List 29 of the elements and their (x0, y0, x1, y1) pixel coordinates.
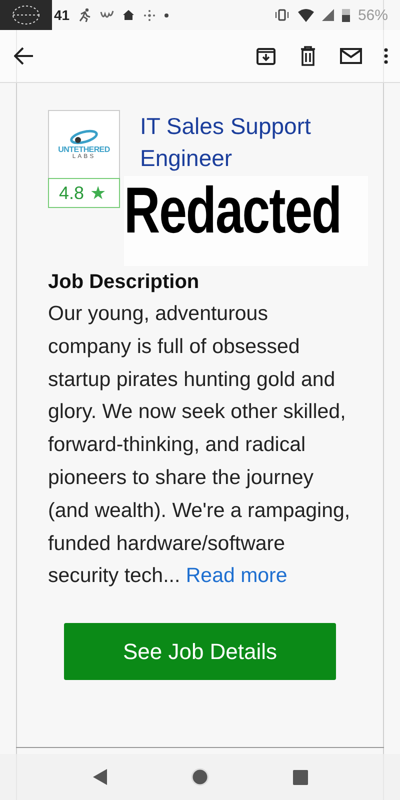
recents-square-icon[interactable] (293, 770, 308, 784)
battery-icon (342, 8, 350, 22)
see-job-details-button[interactable]: See Job Details (64, 623, 336, 680)
battery-percent: 56% (358, 6, 388, 24)
envelope-icon[interactable] (340, 48, 362, 64)
home-icon (122, 9, 135, 21)
star-icon: ★ (90, 182, 106, 204)
swoosh-icon (69, 129, 99, 145)
redaction-label: Redacted (124, 178, 342, 243)
job-title[interactable]: IT Sales Support Engineer (140, 110, 330, 174)
dots-icon (142, 8, 156, 22)
back-arrow-icon[interactable] (14, 47, 34, 65)
vibrate-icon (274, 9, 290, 21)
running-icon (78, 8, 92, 22)
read-more-link[interactable]: Read more (186, 564, 288, 588)
status-time: 41 (54, 7, 70, 23)
logo-text: UNTETHERED (58, 145, 110, 154)
job-description: Our young, adventurous company is full of obsessed startup pirates hunting gold and glory. We now seek other skilled, forward-thinking, and radical pioneers to share the journey (and wealth). We're a rampaging, funded hardware/software security tech... Read more (48, 301, 352, 590)
home-circle-icon[interactable] (191, 768, 210, 786)
signal-icon (322, 9, 334, 21)
archive-icon[interactable] (256, 46, 276, 66)
dot-icon (164, 12, 169, 18)
globe-icon (11, 4, 41, 26)
back-triangle-icon[interactable] (92, 768, 108, 786)
wifi-icon (298, 8, 314, 22)
more-options-icon[interactable] (384, 48, 388, 64)
trash-icon[interactable] (298, 46, 318, 66)
rating-value: 4.8 (59, 182, 84, 204)
section-heading: Job Description (48, 270, 200, 295)
